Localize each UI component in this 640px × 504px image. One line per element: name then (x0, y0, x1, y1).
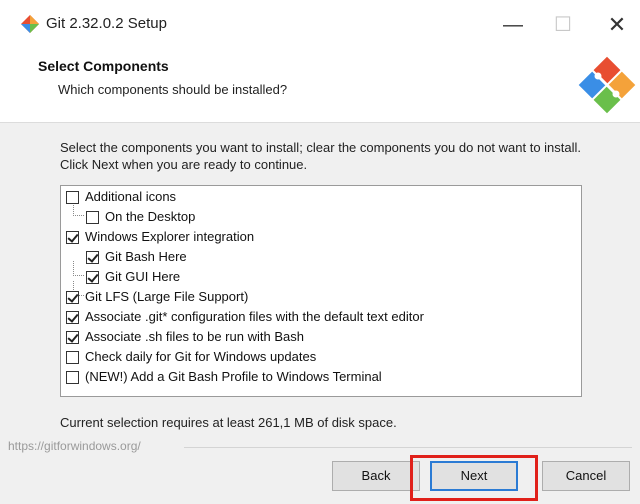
window-title: Git 2.32.0.2 Setup (46, 15, 167, 32)
components-list[interactable]: Additional icons On the Desktop Windows … (60, 185, 582, 397)
component-label: (NEW!) Add a Git Bash Profile to Windows… (85, 369, 382, 384)
tree-connector (73, 261, 84, 276)
checkbox[interactable] (66, 330, 79, 344)
checkbox[interactable] (86, 270, 99, 284)
wizard-content: Select the components you want to instal… (0, 123, 640, 504)
component-item-additional-icons[interactable]: Additional icons (66, 187, 176, 207)
component-item-windows-explorer-integration[interactable]: Windows Explorer integration (66, 227, 254, 247)
checkbox[interactable] (86, 250, 99, 264)
title-bar: Git 2.32.0.2 Setup — ☐ ✕ (0, 0, 640, 50)
component-label: Git Bash Here (105, 249, 187, 264)
back-button[interactable]: Back (332, 461, 420, 491)
divider (184, 447, 632, 448)
checkbox[interactable] (66, 370, 79, 384)
disk-space-text: Current selection requires at least 261,… (60, 415, 397, 430)
instructions-text: Select the components you want to instal… (60, 140, 582, 172)
checkbox[interactable] (66, 290, 79, 304)
component-label: Git GUI Here (105, 269, 181, 284)
git-logo-icon (578, 56, 636, 114)
component-label: Check daily for Git for Windows updates (85, 349, 317, 364)
minimize-button[interactable]: — (490, 8, 536, 42)
cancel-button[interactable]: Cancel (542, 461, 630, 491)
checkbox[interactable] (66, 310, 79, 324)
website-url: https://gitforwindows.org/ (8, 439, 141, 453)
component-label: On the Desktop (105, 209, 196, 224)
close-button[interactable]: ✕ (594, 8, 640, 42)
checkbox[interactable] (66, 230, 79, 244)
checkbox[interactable] (86, 210, 99, 224)
component-item-check-daily-updates[interactable]: Check daily for Git for Windows updates (66, 347, 316, 367)
checkbox[interactable] (66, 190, 79, 204)
component-item-associate-git-config[interactable]: Associate .git* configuration files with… (66, 307, 424, 327)
next-button-highlight (410, 455, 538, 501)
component-item-git-lfs[interactable]: Git LFS (Large File Support) (66, 287, 248, 307)
component-item-git-gui-here[interactable]: Git GUI Here (86, 267, 180, 287)
component-item-git-bash-here[interactable]: Git Bash Here (86, 247, 187, 267)
component-label: Windows Explorer integration (85, 229, 255, 244)
git-app-icon (21, 15, 39, 33)
component-label: Git LFS (Large File Support) (85, 289, 249, 304)
component-item-windows-terminal-profile[interactable]: (NEW!) Add a Git Bash Profile to Windows… (66, 367, 382, 387)
page-subtitle: Which components should be installed? (58, 82, 288, 97)
component-item-associate-sh-files[interactable]: Associate .sh files to be run with Bash (66, 327, 304, 347)
page-title: Select Components (38, 58, 169, 74)
maximize-button[interactable]: ☐ (540, 8, 586, 42)
component-label: Associate .sh files to be run with Bash (85, 329, 304, 344)
component-label: Associate .git* configuration files with… (85, 309, 424, 324)
component-item-on-the-desktop[interactable]: On the Desktop (86, 207, 195, 227)
checkbox[interactable] (66, 350, 79, 364)
component-label: Additional icons (85, 189, 177, 204)
wizard-header: Select Components Which components shoul… (0, 50, 640, 123)
